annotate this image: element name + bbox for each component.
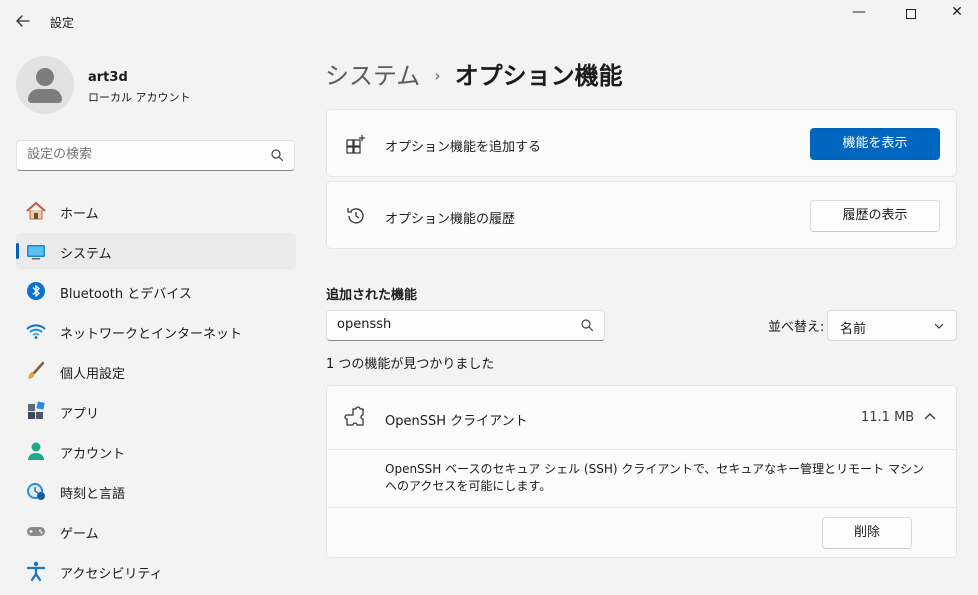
installed-features-heading: 追加された機能 <box>326 288 418 303</box>
chevron-up-icon[interactable] <box>923 410 937 424</box>
wifi-icon <box>26 324 46 339</box>
back-arrow-icon[interactable] <box>14 12 34 32</box>
user-name: art3d <box>88 70 128 85</box>
filter-input[interactable] <box>337 317 567 332</box>
apps-icon <box>28 401 45 419</box>
divider <box>327 507 956 508</box>
sidebar-item-label: アクセシビリティ <box>60 567 163 582</box>
maximize-icon <box>906 9 916 19</box>
settings-search[interactable] <box>16 140 295 171</box>
feature-filter[interactable] <box>326 310 605 341</box>
sidebar-item-label: ゲーム <box>60 527 99 542</box>
account-icon <box>28 442 44 460</box>
home-icon <box>26 201 46 220</box>
sidebar-item-label: ネットワークとインターネット <box>60 327 243 342</box>
sidebar-item-label: アカウント <box>60 447 126 462</box>
close-button[interactable]: ✕ <box>934 4 978 28</box>
history-label: オプション機能の履歴 <box>385 212 516 227</box>
sidebar-item-label: 時刻と言語 <box>60 487 126 502</box>
accessibility-icon <box>26 561 46 582</box>
sidebar-item-label: ホーム <box>60 207 99 222</box>
feature-name: OpenSSH クライアント <box>385 414 528 429</box>
chevron-down-icon <box>934 323 944 329</box>
time-language-icon <box>27 483 45 500</box>
app-title: 設定 <box>50 16 75 30</box>
feature-card: OpenSSH クライアント 11.1 MB OpenSSH ベースのセキュア … <box>326 385 957 558</box>
sort-value: 名前 <box>840 322 867 337</box>
sidebar-item-accounts[interactable]: アカウント <box>16 433 296 469</box>
sidebar-item-accessibility[interactable]: アクセシビリティ <box>16 553 296 589</box>
result-count: 1 つの機能が見つかりました <box>326 357 495 372</box>
breadcrumb-parent[interactable]: システム <box>325 62 420 90</box>
sidebar-item-personalization[interactable]: 個人用設定 <box>16 353 296 389</box>
history-card: オプション機能の履歴 履歴の表示 <box>326 181 957 249</box>
view-history-button[interactable]: 履歴の表示 <box>810 200 940 232</box>
sidebar-item-system[interactable]: システム <box>16 233 296 269</box>
maximize-button[interactable] <box>888 4 934 28</box>
account-type: ローカル アカウント <box>88 91 191 104</box>
search-icon[interactable] <box>580 318 594 332</box>
sidebar-item-label: システム <box>60 247 112 262</box>
bluetooth-icon <box>27 282 45 300</box>
sort-label: 並べ替え: <box>768 320 825 335</box>
sidebar-item-gaming[interactable]: ゲーム <box>16 513 296 549</box>
sidebar-item-time-language[interactable]: 時刻と言語 <box>16 473 296 509</box>
view-features-button[interactable]: 機能を表示 <box>810 128 940 160</box>
search-input[interactable] <box>27 147 267 162</box>
sidebar-item-apps[interactable]: アプリ <box>16 393 296 429</box>
next-section-heading-cutoff <box>326 588 386 595</box>
gamepad-icon <box>27 527 45 536</box>
add-grid-icon <box>346 135 365 154</box>
uninstall-button[interactable]: 削除 <box>822 517 912 549</box>
system-icon <box>27 245 45 260</box>
sidebar-nav: ホーム システム Bluetooth とデバイス ネットワークとインターネット … <box>16 193 296 593</box>
puzzle-icon <box>344 406 364 426</box>
sidebar-item-label: アプリ <box>60 407 100 422</box>
page-title: オプション機能 <box>454 62 623 90</box>
sidebar-item-home[interactable]: ホーム <box>16 193 296 229</box>
search-icon[interactable] <box>270 148 284 162</box>
feature-description: OpenSSH ベースのセキュア シェル (SSH) クライアントで、セキュアな… <box>385 462 924 493</box>
sidebar-item-label: 個人用設定 <box>60 367 126 382</box>
sidebar-item-label: Bluetooth とデバイス <box>60 287 192 302</box>
sort-dropdown[interactable]: 名前 <box>827 310 957 341</box>
minimize-button[interactable]: — <box>836 4 882 28</box>
add-feature-label: オプション機能を追加する <box>385 140 542 155</box>
avatar[interactable] <box>16 56 74 114</box>
sidebar-item-network[interactable]: ネットワークとインターネット <box>16 313 296 349</box>
breadcrumb: システム › オプション機能 <box>325 56 623 91</box>
history-icon <box>347 208 364 224</box>
feature-size: 11.1 MB <box>861 410 915 425</box>
brush-icon <box>28 361 45 379</box>
feature-header[interactable]: OpenSSH クライアント 11.1 MB <box>327 386 956 450</box>
add-feature-card: オプション機能を追加する 機能を表示 <box>326 109 957 177</box>
breadcrumb-separator: › <box>434 66 441 85</box>
sidebar-item-bluetooth[interactable]: Bluetooth とデバイス <box>16 273 296 309</box>
title-bar: 設定 — ✕ <box>0 0 978 44</box>
